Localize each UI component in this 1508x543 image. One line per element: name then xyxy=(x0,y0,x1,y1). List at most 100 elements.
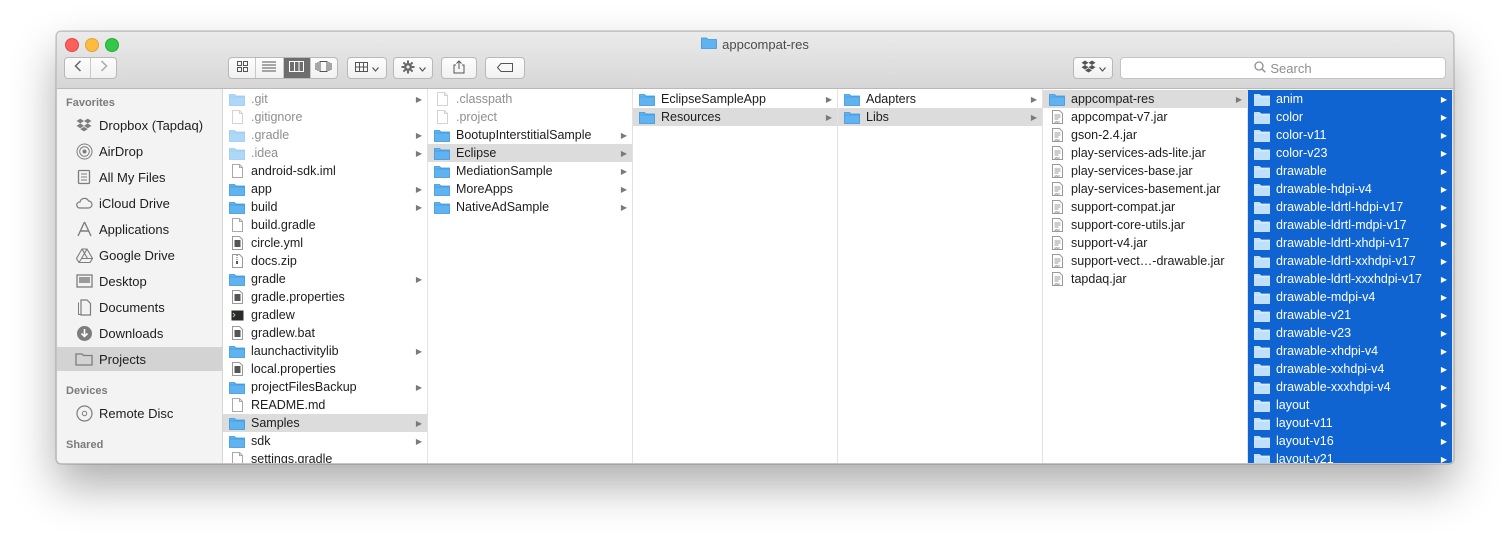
item-name: circle.yml xyxy=(251,236,304,250)
file-row[interactable]: settings.gradle xyxy=(223,450,427,463)
sidebar-item-downloads[interactable]: Downloads xyxy=(57,321,222,345)
file-row[interactable]: JAR support-vect…-drawable.jar xyxy=(1043,252,1247,270)
action-button[interactable] xyxy=(393,57,433,79)
search-field[interactable]: Search xyxy=(1120,57,1446,79)
file-row[interactable]: JAR appcompat-v7.jar xyxy=(1043,108,1247,126)
folder-row[interactable]: Samples ▶ xyxy=(223,414,427,432)
folder-row[interactable]: sdk ▶ xyxy=(223,432,427,450)
folder-row[interactable]: launchactivitylib ▶ xyxy=(223,342,427,360)
folder-row[interactable]: drawable-mdpi-v4 ▶ xyxy=(1248,288,1452,306)
file-row[interactable]: .gitignore xyxy=(223,108,427,126)
sidebar-item-desktop[interactable]: Desktop xyxy=(57,269,222,293)
sidebar-item-projects[interactable]: Projects xyxy=(57,347,222,371)
folder-row[interactable]: build ▶ xyxy=(223,198,427,216)
disclosure-arrow-icon: ▶ xyxy=(1440,382,1448,392)
file-row[interactable]: JAR play-services-ads-lite.jar xyxy=(1043,144,1247,162)
icon-view-button[interactable] xyxy=(229,58,257,78)
file-row[interactable]: android-sdk.iml xyxy=(223,162,427,180)
file-row[interactable]: JAR play-services-basement.jar xyxy=(1043,180,1247,198)
folder-row[interactable]: drawable-xxxhdpi-v4 ▶ xyxy=(1248,378,1452,396)
sidebar-item-label: Dropbox (Tapdaq) xyxy=(99,117,204,133)
folder-row[interactable]: drawable-hdpi-v4 ▶ xyxy=(1248,180,1452,198)
svg-text:JAR: JAR xyxy=(1054,282,1061,286)
file-row[interactable]: circle.yml xyxy=(223,234,427,252)
file-row[interactable]: README.md xyxy=(223,396,427,414)
file-row[interactable]: JAR support-v4.jar xyxy=(1043,234,1247,252)
list-view-button[interactable] xyxy=(256,58,284,78)
forward-button[interactable] xyxy=(91,58,116,78)
folder-row[interactable]: color-v23 ▶ xyxy=(1248,144,1452,162)
file-row[interactable]: gradlew.bat xyxy=(223,324,427,342)
folder-row[interactable]: Eclipse ▶ xyxy=(428,144,632,162)
browser-column-3[interactable]: EclipseSampleApp ▶ Resources ▶ xyxy=(633,89,838,463)
folder-row[interactable]: EclipseSampleApp ▶ xyxy=(633,90,837,108)
tags-button[interactable] xyxy=(485,57,525,79)
folder-row[interactable]: drawable-ldrtl-xxhdpi-v17 ▶ xyxy=(1248,252,1452,270)
browser-column-5[interactable]: appcompat-res ▶ JAR appcompat-v7.jar JAR gson… xyxy=(1043,89,1248,463)
folder-row[interactable]: Adapters ▶ xyxy=(838,90,1042,108)
folder-row[interactable]: drawable-xxhdpi-v4 ▶ xyxy=(1248,360,1452,378)
browser-column-1[interactable]: .git ▶ .gitignore .gradle ▶ .idea ▶ android-sdk… xyxy=(223,89,428,463)
browser-column-4[interactable]: Adapters ▶ Libs ▶ xyxy=(838,89,1043,463)
sidebar-item-airdrop[interactable]: AirDrop xyxy=(57,139,222,163)
folder-row[interactable]: layout-v11 ▶ xyxy=(1248,414,1452,432)
sidebar-item-remote-disc[interactable]: Remote Disc xyxy=(57,401,222,425)
folder-row[interactable]: layout ▶ xyxy=(1248,396,1452,414)
folder-row[interactable]: drawable-xhdpi-v4 ▶ xyxy=(1248,342,1452,360)
file-row[interactable]: build.gradle xyxy=(223,216,427,234)
sidebar-item-documents[interactable]: Documents xyxy=(57,295,222,319)
file-row[interactable]: JAR support-compat.jar xyxy=(1043,198,1247,216)
folder-row[interactable]: color ▶ xyxy=(1248,108,1452,126)
file-row[interactable]: JAR tapdaq.jar xyxy=(1043,270,1247,288)
file-row[interactable]: docs.zip xyxy=(223,252,427,270)
share-button[interactable] xyxy=(441,57,477,79)
file-row[interactable]: local.properties xyxy=(223,360,427,378)
browser-column-6[interactable]: anim ▶ color ▶ color-v11 ▶ color-v23 ▶ drawable ▶… xyxy=(1248,89,1453,463)
folder-row[interactable]: appcompat-res ▶ xyxy=(1043,90,1247,108)
cloud-icon xyxy=(75,194,93,212)
folder-row[interactable]: .idea ▶ xyxy=(223,144,427,162)
back-button[interactable] xyxy=(65,58,91,78)
folder-row[interactable]: MediationSample ▶ xyxy=(428,162,632,180)
dropbox-button[interactable] xyxy=(1073,57,1113,79)
folder-row[interactable]: Resources ▶ xyxy=(633,108,837,126)
file-row[interactable]: gradlew xyxy=(223,306,427,324)
folder-row[interactable]: gradle ▶ xyxy=(223,270,427,288)
folder-row[interactable]: color-v11 ▶ xyxy=(1248,126,1452,144)
folder-row[interactable]: NativeAdSample ▶ xyxy=(428,198,632,216)
sidebar-item-icloud-drive[interactable]: iCloud Drive xyxy=(57,191,222,215)
folder-row[interactable]: drawable-ldrtl-mdpi-v17 ▶ xyxy=(1248,216,1452,234)
cover-flow-button[interactable] xyxy=(311,58,337,78)
browser-column-2[interactable]: .classpath .project BootupInterstitialSamp… xyxy=(428,89,633,463)
sidebar-item-applications[interactable]: Applications xyxy=(57,217,222,241)
folder-row[interactable]: layout-v16 ▶ xyxy=(1248,432,1452,450)
column-view-button[interactable] xyxy=(283,58,311,78)
file-row[interactable]: JAR play-services-base.jar xyxy=(1043,162,1247,180)
folder-row[interactable]: .git ▶ xyxy=(223,90,427,108)
file-row[interactable]: .project xyxy=(428,108,632,126)
folder-row[interactable]: drawable-ldrtl-xhdpi-v17 ▶ xyxy=(1248,234,1452,252)
folder-row[interactable]: drawable-v21 ▶ xyxy=(1248,306,1452,324)
sidebar-item-google-drive[interactable]: Google Drive xyxy=(57,243,222,267)
folder-row[interactable]: BootupInterstitialSample ▶ xyxy=(428,126,632,144)
folder-row[interactable]: drawable-ldrtl-hdpi-v17 ▶ xyxy=(1248,198,1452,216)
folder-row[interactable]: drawable ▶ xyxy=(1248,162,1452,180)
sidebar-item-all-my-files[interactable]: All My Files xyxy=(57,165,222,189)
folder-row[interactable]: layout-v21 ▶ xyxy=(1248,450,1452,463)
folder-row[interactable]: anim ▶ xyxy=(1248,90,1452,108)
folder-row[interactable]: drawable-v23 ▶ xyxy=(1248,324,1452,342)
folder-row[interactable]: app ▶ xyxy=(223,180,427,198)
sidebar-item-dropbox-tapdaq[interactable]: Dropbox (Tapdaq) xyxy=(57,113,222,137)
file-row[interactable]: .classpath xyxy=(428,90,632,108)
item-name: BootupInterstitialSample xyxy=(456,128,592,142)
folder-icon xyxy=(434,200,450,214)
file-row[interactable]: gradle.properties xyxy=(223,288,427,306)
folder-row[interactable]: Libs ▶ xyxy=(838,108,1042,126)
folder-row[interactable]: MoreApps ▶ xyxy=(428,180,632,198)
file-row[interactable]: JAR gson-2.4.jar xyxy=(1043,126,1247,144)
arrange-button[interactable] xyxy=(347,57,387,79)
folder-row[interactable]: .gradle ▶ xyxy=(223,126,427,144)
folder-row[interactable]: drawable-ldrtl-xxxhdpi-v17 ▶ xyxy=(1248,270,1452,288)
file-row[interactable]: JAR support-core-utils.jar xyxy=(1043,216,1247,234)
folder-row[interactable]: projectFilesBackup ▶ xyxy=(223,378,427,396)
